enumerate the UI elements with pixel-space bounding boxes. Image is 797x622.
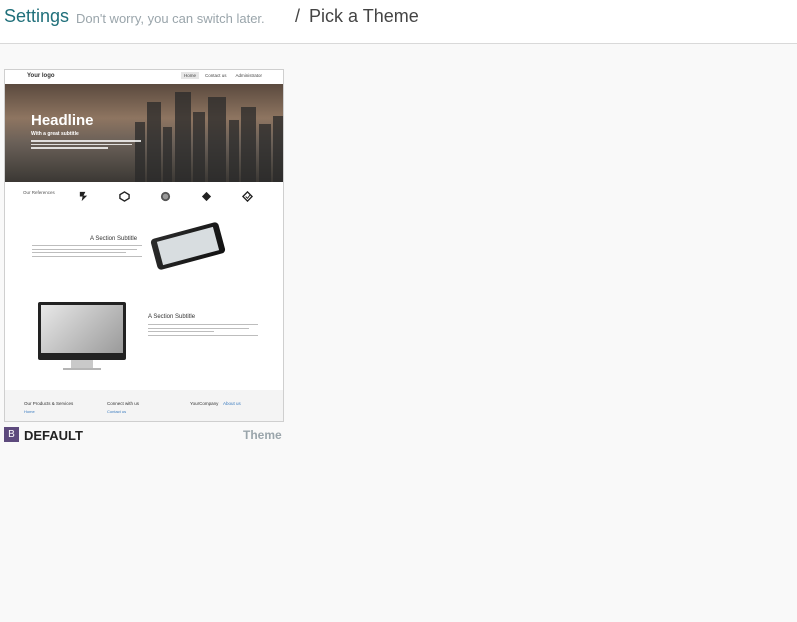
- preview-section-title: A Section Subtitle: [90, 236, 138, 242]
- breadcrumb-hint: Don't worry, you can switch later.: [76, 11, 265, 26]
- reference-logo-icon: [201, 191, 212, 202]
- preview-references-label: Our References: [23, 190, 55, 195]
- preview-navbar: Your logo Home Contact us Administrator: [5, 70, 283, 84]
- theme-badge: B: [4, 427, 19, 442]
- reference-logo-icon: [79, 191, 88, 202]
- preview-section-text: [32, 245, 142, 260]
- preview-monitor-base: [63, 368, 101, 370]
- theme-name[interactable]: DEFAULT: [24, 428, 83, 443]
- preview-subtitle: With a great subtitle: [31, 131, 79, 137]
- theme-tag: Theme: [243, 428, 282, 442]
- preview-section-title: A Section Subtitle: [148, 314, 196, 320]
- preview-footer-link: Contact us: [107, 409, 127, 414]
- page-title: Pick a Theme: [309, 6, 419, 26]
- breadcrumb-separator: /: [295, 6, 301, 26]
- preview-footer-link: About us: [223, 401, 241, 406]
- preview-monitor-stand: [71, 360, 93, 368]
- preview-footer-heading: Connect with us: [107, 401, 140, 406]
- preview-menu-item: Home: [180, 72, 199, 79]
- preview-footer-heading: YourCompany: [190, 401, 219, 406]
- theme-card-default[interactable]: Your logo Home Contact us Administrator …: [4, 69, 284, 422]
- preview-headline: Headline: [31, 112, 94, 129]
- preview-footer-heading: Our Products & Services: [24, 401, 74, 406]
- preview-phone-image: [150, 221, 226, 271]
- preview-footer-link: Home: [24, 409, 35, 414]
- breadcrumb-settings-link[interactable]: Settings: [4, 6, 69, 27]
- preview-menu: Home Contact us Administrator: [180, 72, 265, 79]
- preview-monitor-image: [38, 302, 126, 360]
- preview-hero-text: [31, 140, 141, 154]
- control-panel: Settings Don't worry, you can switch lat…: [0, 0, 797, 44]
- preview-menu-item: Administrator: [235, 73, 262, 78]
- reference-logo-icon: [119, 191, 130, 202]
- preview-footer: [5, 390, 283, 421]
- reference-logo-icon: [242, 191, 253, 202]
- preview-menu-item: Contact us: [204, 73, 227, 78]
- preview-logo: Your logo: [27, 73, 55, 79]
- reference-logo-icon: [160, 191, 171, 202]
- preview-hero-image: Headline With a great subtitle: [5, 84, 283, 182]
- preview-section-text: [148, 324, 258, 339]
